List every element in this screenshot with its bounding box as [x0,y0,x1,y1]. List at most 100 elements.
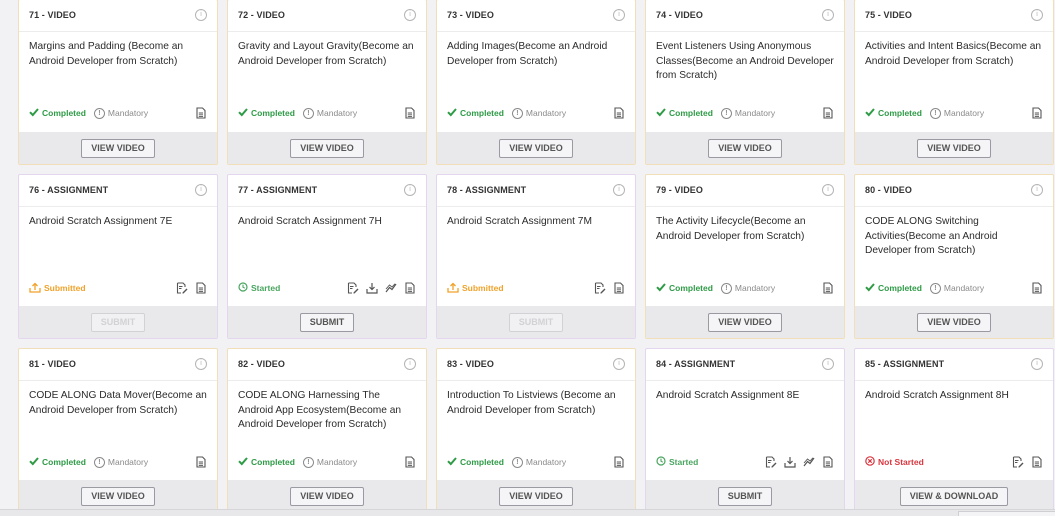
chart-icon[interactable] [385,282,397,294]
edit-document-icon[interactable] [347,282,359,294]
card-action-button[interactable]: SUBMIT [508,312,564,332]
document-icon[interactable] [613,282,625,294]
info-icon[interactable]: i [195,184,207,196]
card-action-button[interactable]: VIEW & DOWNLOAD [899,486,1009,506]
card-header: 74 - VIDEO i [646,0,844,32]
item-title[interactable]: CODE ALONG Harnessing The Android App Ec… [238,389,416,433]
card-action-button[interactable]: VIEW VIDEO [917,312,991,332]
info-icon[interactable]: i [822,9,834,21]
info-icon[interactable]: i [404,184,416,196]
status-indicator: Completed [29,107,86,119]
item-title[interactable]: Activities and Intent Basics(Become an A… [865,40,1043,69]
status-text: Completed [460,108,504,118]
mandatory-tag: ! Mandatory [302,107,357,119]
item-title[interactable]: Android Scratch Assignment 8H [865,389,1043,404]
document-icon[interactable] [822,107,834,119]
document-icon[interactable] [1031,282,1043,294]
document-icon[interactable] [822,282,834,294]
document-icon[interactable] [822,456,834,468]
card-action-button[interactable]: VIEW VIDEO [81,486,155,506]
status-row: Started [656,455,834,469]
download-icon[interactable] [784,456,796,468]
item-title[interactable]: Gravity and Layout Gravity(Become an And… [238,40,416,69]
status-text: Completed [669,108,713,118]
status-row: Completed ! Mandatory [447,106,625,120]
item-title[interactable]: Android Scratch Assignment 7E [29,215,207,230]
item-title[interactable]: Android Scratch Assignment 7H [238,215,416,230]
info-icon[interactable]: i [195,358,207,370]
status-indicator: Completed [447,107,504,119]
card-action-button[interactable]: VIEW VIDEO [499,486,573,506]
card-action-button[interactable]: SUBMIT [90,312,146,332]
document-icon[interactable] [1031,107,1043,119]
document-icon[interactable] [404,282,416,294]
info-icon[interactable]: i [1031,358,1043,370]
info-icon[interactable]: i [1031,184,1043,196]
download-icon[interactable] [366,282,378,294]
item-title[interactable]: Event Listeners Using Anonymous Classes(… [656,40,834,84]
item-title[interactable]: Android Scratch Assignment 8E [656,389,834,404]
info-icon[interactable]: i [613,184,625,196]
card-action-button[interactable]: VIEW VIDEO [290,138,364,158]
info-icon[interactable]: i [822,358,834,370]
card-action-button[interactable]: VIEW VIDEO [917,138,991,158]
edit-document-icon[interactable] [594,282,606,294]
card-header: 77 - ASSIGNMENT i [228,175,426,207]
card-action-button[interactable]: SUBMIT [299,312,355,332]
item-title[interactable]: The Activity Lifecycle(Become an Android… [656,215,834,244]
status-text: Completed [42,108,86,118]
card-footer: VIEW VIDEO [19,480,217,512]
check-icon [656,107,666,119]
item-title[interactable]: Adding Images(Become an Android Develope… [447,40,625,69]
mandatory-text: Mandatory [525,457,567,467]
course-item-grid: 71 - VIDEO i Margins and Padding (Become… [18,0,1054,513]
course-item-card: 75 - VIDEO i Activities and Intent Basic… [854,0,1054,165]
edit-document-icon[interactable] [1012,456,1024,468]
horizontal-scrollbar-thumb[interactable] [958,511,1055,516]
course-item-card: 84 - ASSIGNMENT i Android Scratch Assign… [645,348,845,513]
item-title[interactable]: Android Scratch Assignment 7M [447,215,625,230]
document-icon[interactable] [195,456,207,468]
edit-document-icon[interactable] [765,456,777,468]
check-icon [865,107,875,119]
course-item-card: 77 - ASSIGNMENT i Android Scratch Assign… [227,174,427,339]
item-title[interactable]: CODE ALONG Data Mover(Become an Android … [29,389,207,418]
card-footer: VIEW VIDEO [646,306,844,338]
info-icon[interactable]: i [822,184,834,196]
card-action-button[interactable]: VIEW VIDEO [290,486,364,506]
info-icon[interactable]: i [404,358,416,370]
document-icon[interactable] [613,456,625,468]
info-icon[interactable]: i [195,9,207,21]
item-type-label: 76 - ASSIGNMENT [29,185,109,195]
document-icon[interactable] [195,282,207,294]
info-icon[interactable]: i [613,9,625,21]
item-title[interactable]: Introduction To Listviews (Become an And… [447,389,625,418]
document-icon[interactable] [404,456,416,468]
info-icon[interactable]: i [404,9,416,21]
card-action-button[interactable]: VIEW VIDEO [708,312,782,332]
info-icon[interactable]: i [1031,9,1043,21]
card-action-button[interactable]: VIEW VIDEO [81,138,155,158]
card-action-button[interactable]: SUBMIT [717,486,773,506]
card-action-button[interactable]: VIEW VIDEO [499,138,573,158]
document-icon[interactable] [195,107,207,119]
card-action-button[interactable]: VIEW VIDEO [708,138,782,158]
document-icon[interactable] [1031,456,1043,468]
check-icon [656,282,666,294]
item-title[interactable]: Margins and Padding (Become an Android D… [29,40,207,69]
item-type-label: 85 - ASSIGNMENT [865,359,945,369]
card-footer: VIEW VIDEO [855,306,1053,338]
item-title[interactable]: CODE ALONG Switching Activities(Become a… [865,215,1043,259]
status-indicator: Not Started [865,456,924,468]
card-header: 75 - VIDEO i [855,0,1053,32]
chart-icon[interactable] [803,456,815,468]
card-header: 80 - VIDEO i [855,175,1053,207]
document-icon[interactable] [404,107,416,119]
card-footer: SUBMIT [228,306,426,338]
status-text: Completed [878,283,922,293]
status-indicator: Started [238,282,280,294]
edit-document-icon[interactable] [176,282,188,294]
info-icon[interactable]: i [613,358,625,370]
card-actions [195,456,207,468]
document-icon[interactable] [613,107,625,119]
